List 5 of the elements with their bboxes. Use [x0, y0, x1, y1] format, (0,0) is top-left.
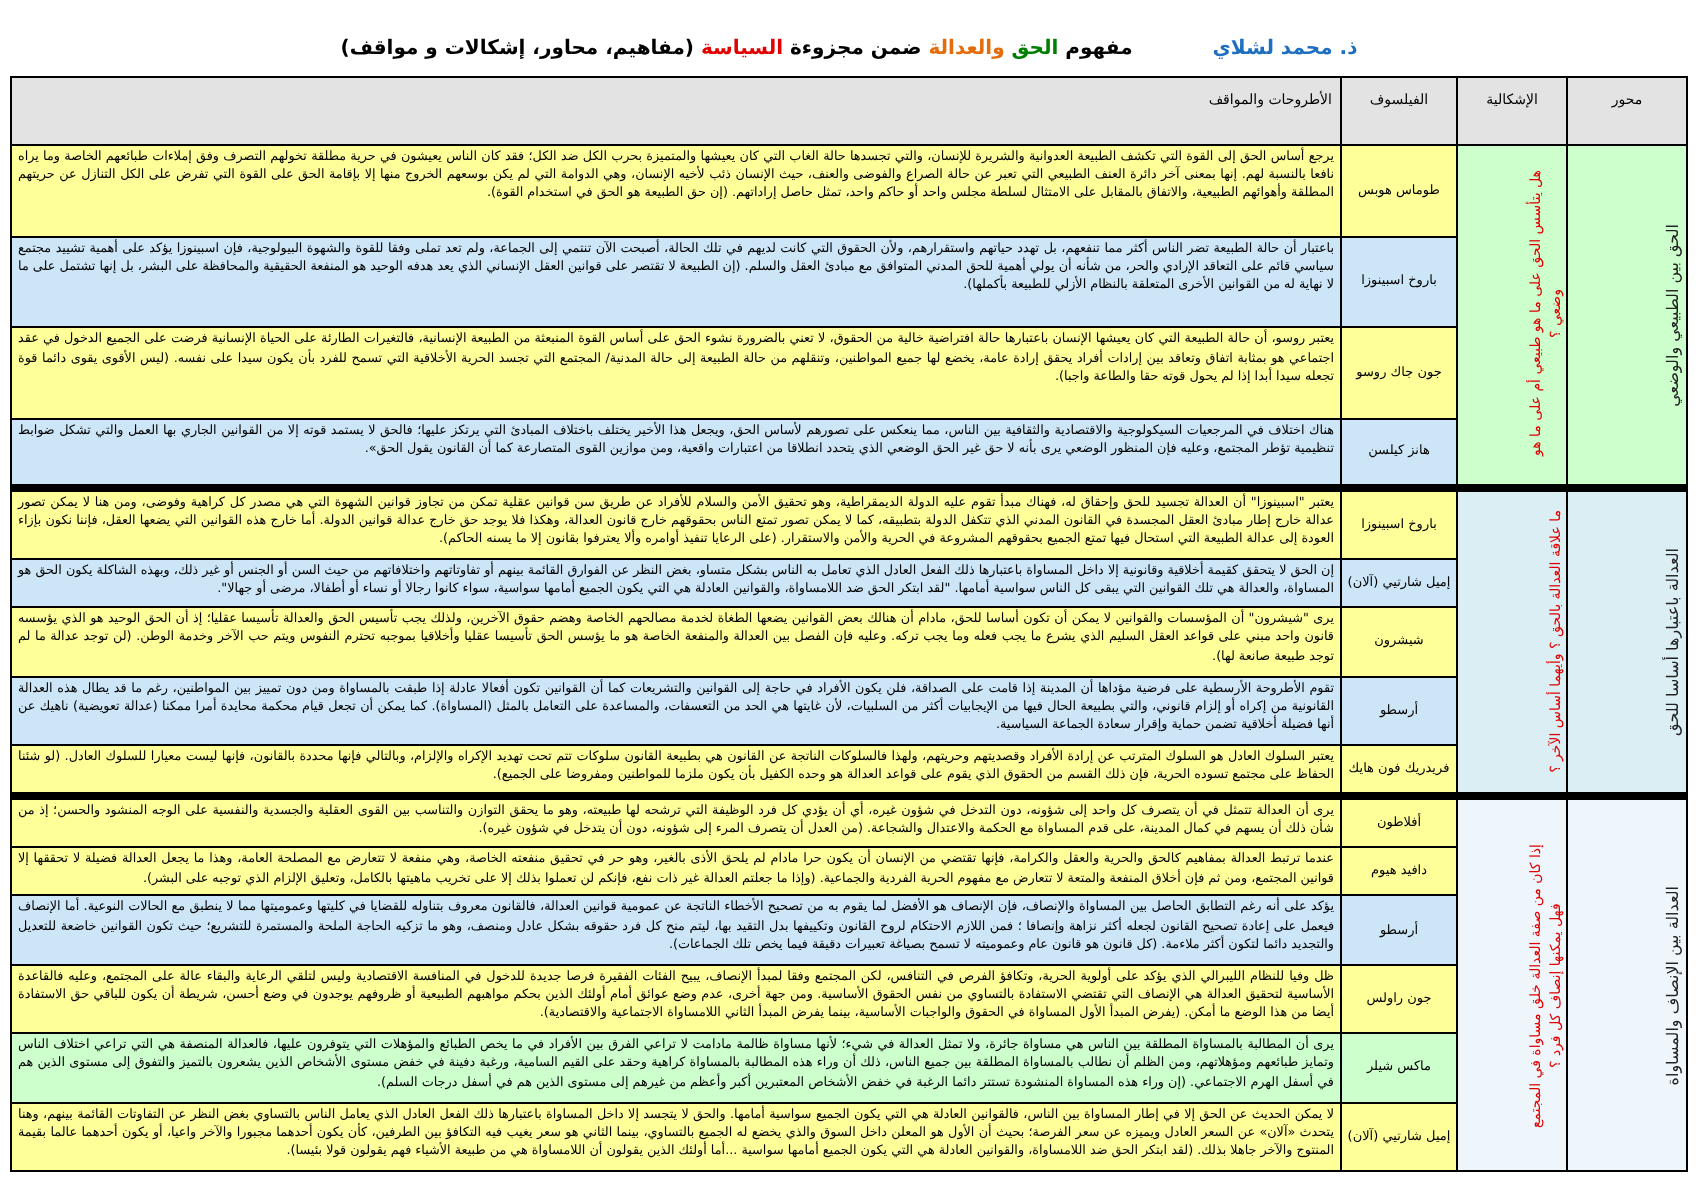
- axis-title: العدالة بين الإنصاف والمساواة: [1662, 885, 1684, 1085]
- page-title: مفهوم الحق والعدالة ضمن مجزوءة السياسة (مفاهيم، محاور، إشكالات و مواقف): [340, 35, 1133, 63]
- axis-title: الحق بين الطبيعي والوضعي: [1662, 223, 1684, 407]
- axis-title: العدالة باعتبارها أساسا للحق: [1662, 547, 1684, 736]
- author-name: ذ. محمد لشلاي: [1212, 35, 1358, 63]
